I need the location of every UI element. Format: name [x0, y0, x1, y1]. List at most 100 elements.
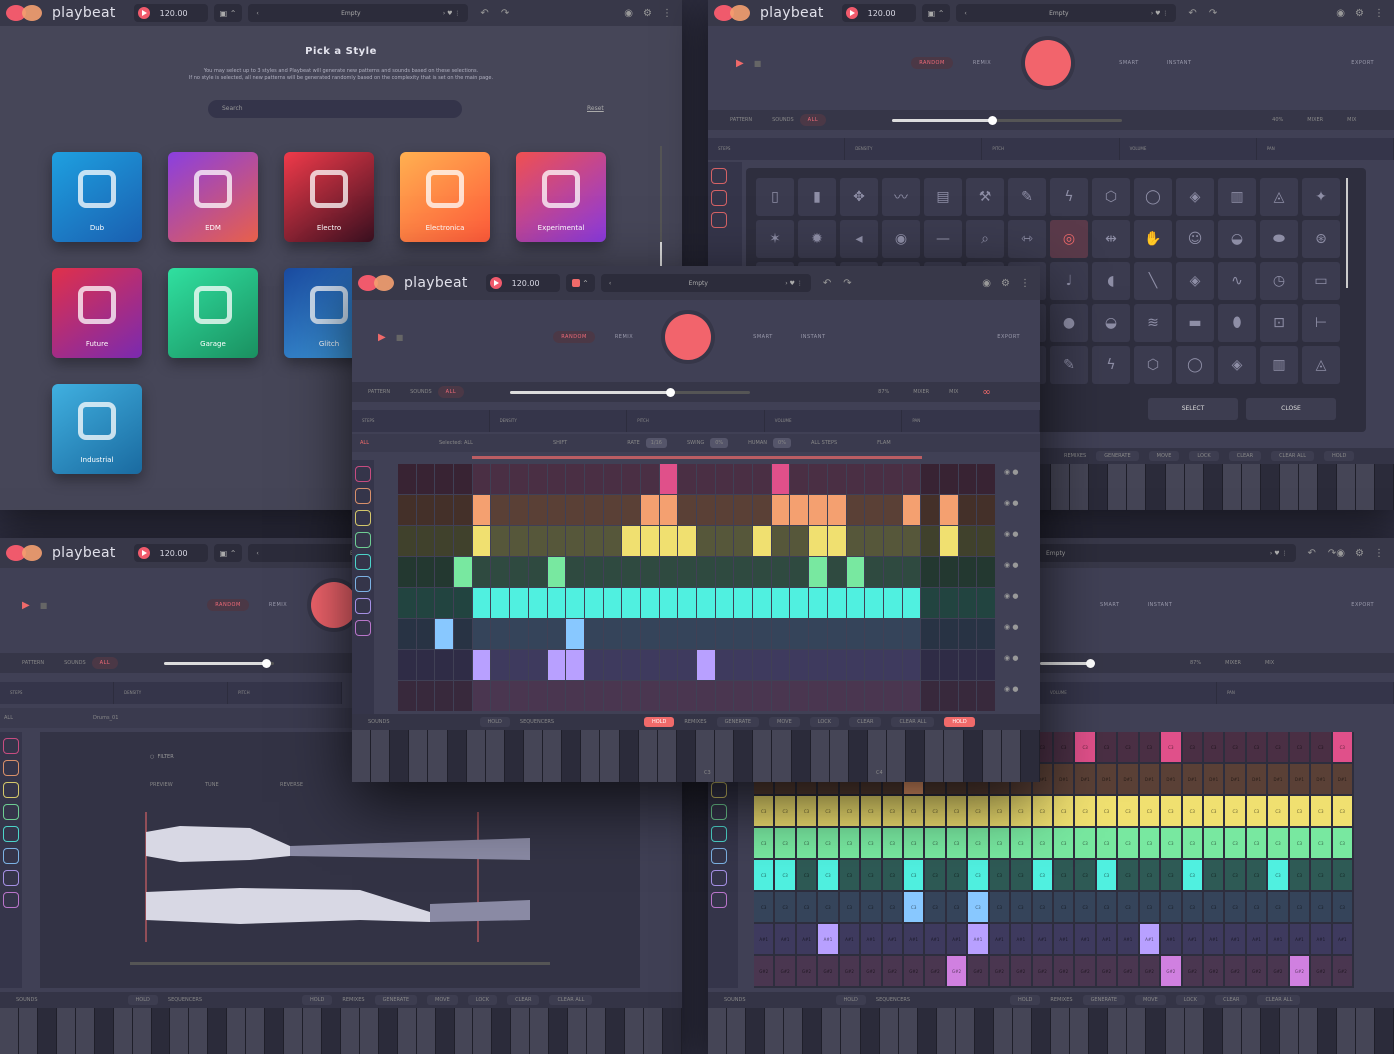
note-cell[interactable]: C3: [1182, 892, 1202, 922]
piano-key[interactable]: [624, 1008, 644, 1054]
step-cell[interactable]: [566, 650, 584, 680]
note-cell[interactable]: C3: [925, 892, 945, 922]
instrument-icon[interactable]: ◒: [1218, 220, 1256, 258]
step-cell[interactable]: [510, 526, 528, 556]
note-cell[interactable]: C3: [1225, 860, 1245, 890]
stop-button[interactable]: ■: [754, 59, 762, 68]
note-cell[interactable]: A#1: [1332, 924, 1352, 954]
step-cell[interactable]: [977, 588, 995, 618]
step-cell[interactable]: [398, 588, 416, 618]
track-icon[interactable]: [711, 190, 727, 206]
note-cell[interactable]: A#1: [882, 924, 902, 954]
note-cell[interactable]: G#2: [1311, 956, 1331, 986]
style-tile[interactable]: Experimental: [516, 152, 606, 242]
step-cell[interactable]: [865, 681, 883, 711]
step-cell[interactable]: [715, 495, 734, 525]
note-cell[interactable]: D#1: [1118, 764, 1138, 794]
piano-key[interactable]: [746, 1008, 766, 1054]
step-cell[interactable]: [640, 619, 659, 649]
step-cell[interactable]: [622, 464, 640, 494]
step-cell[interactable]: [977, 464, 995, 494]
piano-key[interactable]: [860, 1008, 880, 1054]
step-cell[interactable]: [454, 650, 472, 680]
note-cell[interactable]: C3: [1075, 892, 1095, 922]
step-cell[interactable]: [715, 619, 734, 649]
piano-key[interactable]: [963, 730, 983, 782]
clear-all-button[interactable]: CLEAR ALL: [891, 717, 935, 727]
note-cell[interactable]: G#2: [1204, 956, 1224, 986]
step-cell[interactable]: [921, 650, 939, 680]
export-button[interactable]: EXPORT: [1343, 599, 1382, 611]
instrument-icon[interactable]: ⚒: [966, 178, 1004, 216]
note-cell[interactable]: C3: [818, 860, 838, 890]
piano-key[interactable]: [1279, 464, 1299, 510]
note-cell[interactable]: C3: [882, 892, 902, 922]
step-cell[interactable]: [547, 619, 566, 649]
piano-key[interactable]: [879, 1008, 899, 1054]
instrument-icon[interactable]: ϟ: [1092, 346, 1130, 384]
note-cell[interactable]: C3: [1204, 796, 1224, 826]
note-cell[interactable]: C3: [1139, 860, 1160, 890]
step-cell[interactable]: [865, 464, 883, 494]
note-cell[interactable]: C3: [1311, 796, 1331, 826]
step-grid[interactable]: [398, 464, 996, 712]
note-cell[interactable]: A#1: [1161, 924, 1181, 954]
step-cell[interactable]: [771, 650, 790, 680]
step-cell[interactable]: [416, 619, 435, 649]
step-cell[interactable]: [883, 588, 902, 618]
style-tile[interactable]: Future: [52, 268, 142, 358]
complexity-slider[interactable]: [164, 658, 275, 668]
note-cell[interactable]: C3: [1011, 796, 1031, 826]
generate-button[interactable]: [665, 314, 712, 360]
step-cell[interactable]: [865, 495, 883, 525]
globe-icon[interactable]: ◉: [1336, 548, 1345, 559]
note-cell[interactable]: C3: [1075, 828, 1095, 858]
step-cell[interactable]: [921, 588, 939, 618]
step-cell[interactable]: [958, 681, 977, 711]
step-cell[interactable]: [827, 588, 846, 618]
instrument-icon[interactable]: ✎: [1050, 346, 1088, 384]
tab-steps[interactable]: STEPS: [708, 138, 846, 160]
step-cell[interactable]: [640, 495, 659, 525]
step-cell[interactable]: [846, 588, 865, 618]
note-cell[interactable]: C3: [1225, 892, 1245, 922]
step-cell[interactable]: [622, 588, 640, 618]
hold-button[interactable]: HOLD: [127, 995, 158, 1005]
step-cell[interactable]: [622, 557, 640, 587]
note-cell[interactable]: D#1: [1139, 764, 1160, 794]
move-button[interactable]: MOVE: [769, 717, 800, 727]
piano-key[interactable]: [132, 1008, 152, 1054]
step-cell[interactable]: [566, 681, 584, 711]
step-cell[interactable]: [977, 557, 995, 587]
step-cell[interactable]: [454, 464, 472, 494]
generate-button[interactable]: [1025, 40, 1072, 86]
note-cell[interactable]: C3: [968, 828, 988, 858]
piano-key[interactable]: [371, 730, 391, 782]
undo-icon[interactable]: ↶: [823, 278, 831, 289]
step-cell[interactable]: [603, 464, 622, 494]
piano-key[interactable]: [284, 1008, 303, 1054]
piano-key[interactable]: [887, 730, 907, 782]
generate-remix-button[interactable]: GENERATE: [1096, 451, 1139, 461]
step-cell[interactable]: [865, 557, 883, 587]
instrument-icon[interactable]: ◬: [1302, 346, 1340, 384]
note-cell[interactable]: C3: [1139, 828, 1160, 858]
piano-key[interactable]: [1337, 464, 1357, 510]
note-cell[interactable]: A#1: [1011, 924, 1031, 954]
instrument-icon[interactable]: ◒: [1092, 304, 1130, 342]
note-cell[interactable]: C3: [1161, 796, 1181, 826]
note-cell[interactable]: G#2: [1246, 956, 1267, 986]
note-cell[interactable]: A#1: [861, 924, 881, 954]
redo-icon[interactable]: ↷: [1209, 8, 1217, 19]
step-cell[interactable]: [939, 619, 958, 649]
step-cell[interactable]: [846, 619, 865, 649]
step-cell[interactable]: [883, 526, 902, 556]
step-cell[interactable]: [734, 495, 753, 525]
step-cell[interactable]: [977, 526, 995, 556]
step-cell[interactable]: [939, 526, 958, 556]
remix-button[interactable]: REMIX: [261, 599, 295, 611]
step-cell[interactable]: [398, 557, 416, 587]
track-icon[interactable]: [3, 804, 19, 820]
step-cell[interactable]: [771, 681, 790, 711]
step-cell[interactable]: [566, 495, 584, 525]
